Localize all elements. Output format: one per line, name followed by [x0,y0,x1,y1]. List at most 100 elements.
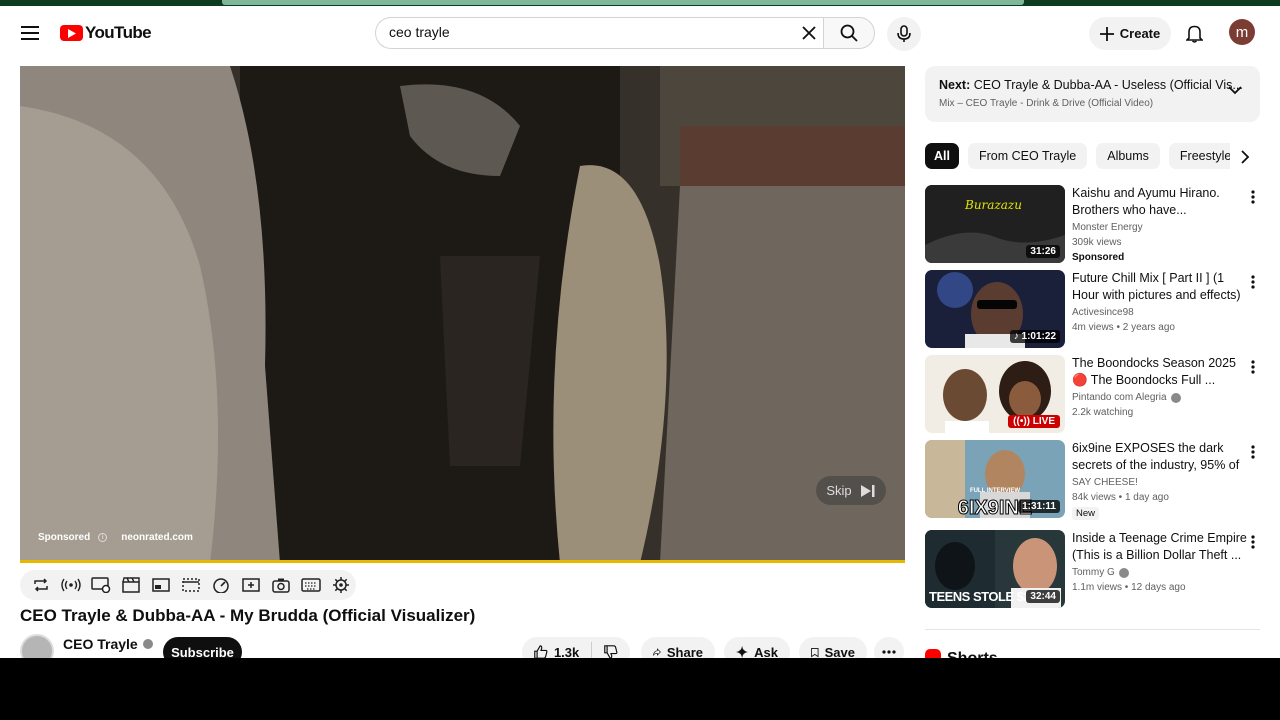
live-badge: ((•)) LIVE [1008,415,1060,428]
cinema-mode-button[interactable] [90,574,112,596]
chip-from-ceo-trayle[interactable]: From CEO Trayle [967,143,1088,169]
chips-next-button[interactable] [1230,143,1260,170]
skip-ad-button[interactable]: Skip [816,476,886,505]
screenshot-button[interactable] [270,574,292,596]
verified-icon [142,639,153,649]
bookmark-icon [811,647,819,657]
clear-search-button[interactable] [795,18,823,48]
theater-button[interactable] [180,574,202,596]
share-button[interactable]: Share [641,637,715,658]
channel-name[interactable]: Tommy G [1072,567,1129,578]
ask-label: Ask [754,644,778,659]
keyboard-button[interactable] [300,574,322,596]
recommendation-item[interactable]: ♪ 1:01:22 Future Chill Mix [ Part II ] (… [925,270,1260,350]
add-frame-button[interactable] [240,574,262,596]
video-title[interactable]: 6ix9ine EXPOSES the dark secrets of the … [1072,440,1247,474]
video-title[interactable]: The Boondocks Season 2025 🔴 The Boondock… [1072,355,1247,389]
like-count[interactable]: 1.3k [554,645,579,659]
info-icon[interactable]: i [98,533,108,542]
skip-next-icon [860,484,875,497]
filter-chips: All From CEO Trayle Albums Freestyle Rap [925,143,1260,170]
ad-domain-link[interactable]: neonrated.com [121,532,193,543]
recommendation-item[interactable]: ((•)) LIVE The Boondocks Season 2025 🔴 T… [925,355,1260,435]
sponsored-label: Sponsored [38,532,91,543]
save-label: Save [824,644,855,659]
hamburger-icon [21,26,39,40]
speed-button[interactable] [210,574,232,596]
more-options-button[interactable] [1247,187,1259,207]
video-player[interactable]: Skip Sponsored i neonrated.com [20,66,905,563]
recommendation-item[interactable]: TEENS STOLE $230M 32:44 Inside a Teenage… [925,530,1260,610]
menu-button[interactable] [14,14,46,52]
voice-search-button[interactable] [887,17,921,51]
more-vertical-icon [1251,360,1255,374]
ask-button[interactable]: Ask [724,637,790,658]
save-button[interactable]: Save [799,637,867,658]
channel-name[interactable]: SAY CHEESE! [1072,477,1138,488]
up-next-title: Next: CEO Trayle & Dubba-AA - Useless (O… [939,78,1243,92]
more-actions-button[interactable] [874,637,904,658]
chip-all[interactable]: All [925,143,959,169]
broadcast-icon [61,578,81,592]
plus-icon [1099,26,1114,41]
more-horizontal-icon [882,650,896,654]
video-thumbnail[interactable]: ♪ 1:01:22 [925,270,1065,348]
video-title[interactable]: Future Chill Mix [ Part II ] (1 Hour wit… [1072,270,1247,304]
video-meta: 84k views • 1 day ago [1072,492,1169,503]
thumbs-up-icon[interactable] [534,643,548,658]
masthead: YouTube ceo trayle Create m [0,6,1280,60]
channel-name[interactable]: Monster Energy [1072,222,1143,233]
chevron-down-icon[interactable] [1228,85,1242,95]
account-avatar[interactable]: m [1229,19,1255,45]
up-next-subtitle: Mix – CEO Trayle - Drink & Drive (Offici… [939,98,1154,109]
add-box-icon [242,578,260,592]
video-meta: 4m views • 2 years ago [1072,322,1175,333]
settings-button[interactable] [330,574,352,596]
miniplayer-icon [152,578,170,592]
channel-name[interactable]: Pintando com Alegria [1072,392,1181,403]
subscribe-button[interactable]: Subscribe [163,637,242,658]
clapper-button[interactable] [120,574,142,596]
camera-icon [272,578,290,593]
share-arrow-icon [653,648,661,657]
search-icon [840,24,858,42]
search-input[interactable]: ceo trayle [389,24,450,40]
notifications-button[interactable] [1180,17,1208,49]
video-duration: 32:44 [1026,590,1060,603]
video-meta: 309k views [1072,237,1122,248]
video-thumbnail[interactable]: Burazazu 31:26 [925,185,1065,263]
video-meta: 2.2k watching [1072,407,1134,418]
video-thumbnail[interactable]: ((•)) LIVE [925,355,1065,433]
more-options-button[interactable] [1247,442,1259,462]
dashed-frame-icon [182,578,200,592]
thumbs-down-icon[interactable] [604,643,618,658]
more-options-button[interactable] [1247,532,1259,552]
ad-progress-bar[interactable] [20,560,905,563]
youtube-logo[interactable]: YouTube [60,20,152,46]
loop-button[interactable] [30,574,52,596]
recommendation-item[interactable]: Burazazu 31:26 Kaishu and Ayumu Hirano. … [925,185,1260,265]
video-thumbnail[interactable]: FULL INTERVIEW 6IX9INE 1:31:11 [925,440,1065,518]
recommendation-item[interactable]: FULL INTERVIEW 6IX9INE 1:31:11 6ix9ine EX… [925,440,1260,520]
more-vertical-icon [1251,275,1255,289]
audio-button[interactable] [60,574,82,596]
miniplayer-button[interactable] [150,574,172,596]
channel-avatar[interactable] [20,634,54,658]
video-thumbnail[interactable]: TEENS STOLE $230M 32:44 [925,530,1065,608]
up-next-panel[interactable]: Next: CEO Trayle & Dubba-AA - Useless (O… [925,66,1260,122]
video-duration: 31:26 [1026,245,1060,258]
more-options-button[interactable] [1247,357,1259,377]
search-box[interactable]: ceo trayle [375,17,823,49]
create-button[interactable]: Create [1089,17,1171,50]
like-dislike-group: 1.3k [522,637,630,658]
keyboard-icon [301,578,321,592]
channel-name[interactable]: CEO Trayle [63,636,153,652]
channel-name[interactable]: Activesince98 [1072,307,1134,318]
more-options-button[interactable] [1247,272,1259,292]
video-title[interactable]: Kaishu and Ayumu Hirano. Brothers who ha… [1072,185,1247,219]
video-duration: ♪ 1:01:22 [1009,330,1060,343]
video-title[interactable]: Inside a Teenage Crime Empire (This is a… [1072,530,1247,564]
search-button[interactable] [823,17,875,49]
channel-name-text[interactable]: CEO Trayle [63,636,138,652]
chip-albums[interactable]: Albums [1096,143,1160,169]
